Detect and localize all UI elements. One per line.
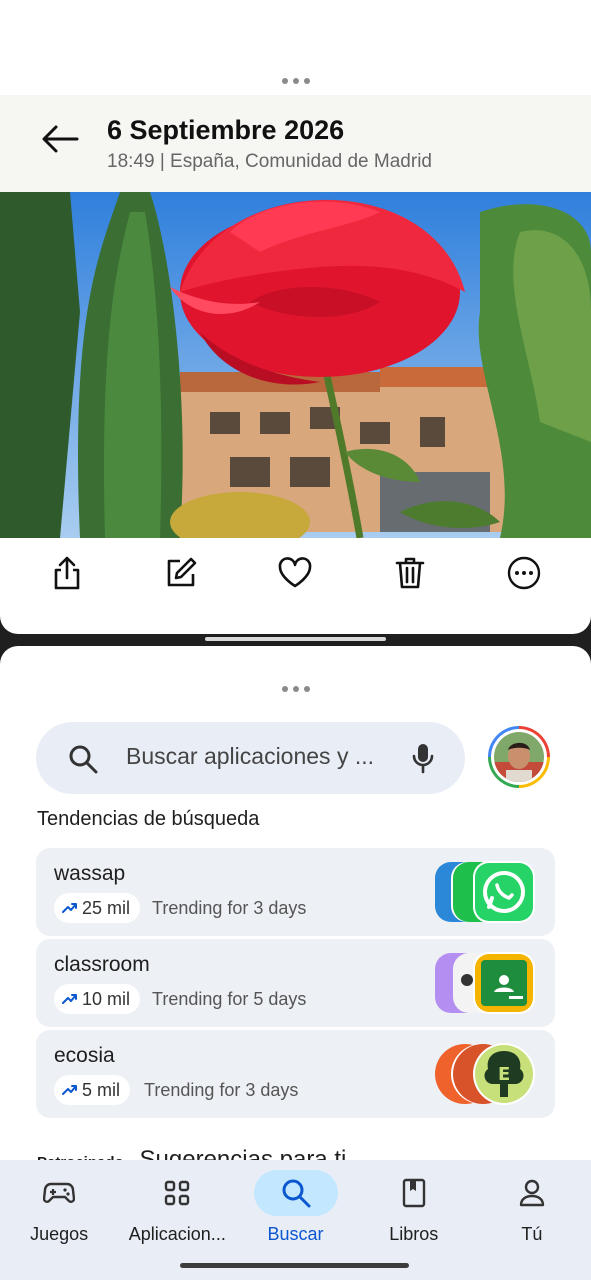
trend-term: wassap — [54, 862, 126, 885]
nav-label: Tú — [521, 1224, 543, 1244]
trending-section-title: Tendencias de búsqueda — [37, 808, 260, 830]
trend-term: classroom — [54, 953, 150, 976]
home-gesture-bar[interactable] — [180, 1263, 409, 1268]
trend-duration: Trending for 3 days — [144, 1080, 299, 1100]
microphone-icon[interactable] — [411, 742, 435, 774]
nav-apps[interactable]: Aplicacion... — [118, 1160, 236, 1280]
nav-you[interactable]: Tú — [473, 1160, 591, 1280]
photo-date: 6 Septiembre 2026 — [107, 115, 345, 145]
trend-app-icons: E — [433, 1043, 537, 1105]
svg-text:E: E — [498, 1064, 510, 1085]
book-icon — [402, 1178, 425, 1208]
nav-games[interactable]: Juegos — [0, 1160, 118, 1280]
person-icon — [519, 1179, 545, 1207]
search-input[interactable]: Buscar aplicaciones y ... — [126, 743, 374, 770]
trash-icon — [395, 557, 424, 589]
play-store-window: Buscar aplicaciones y ... Tendencias de … — [0, 646, 591, 1280]
trend-duration: Trending for 3 days — [152, 898, 307, 918]
nav-label: Juegos — [30, 1224, 89, 1244]
trend-card-classroom[interactable]: classroom 10 mil Trending for 5 days — [36, 939, 555, 1027]
photo-image[interactable] — [0, 192, 591, 538]
trend-count: 25 mil — [82, 897, 131, 918]
nav-label: Buscar — [267, 1224, 324, 1244]
trend-card-ecosia[interactable]: ecosia 5 mil Trending for 3 days E — [36, 1030, 555, 1118]
trend-term: ecosia — [54, 1044, 115, 1067]
account-avatar[interactable] — [488, 726, 550, 788]
share-icon — [54, 556, 80, 590]
search-icon — [282, 1179, 310, 1208]
search-bar[interactable]: Buscar aplicaciones y ... — [36, 722, 465, 794]
heart-icon — [279, 557, 312, 588]
trend-duration: Trending for 5 days — [152, 989, 307, 1009]
trend-app-icons — [433, 861, 537, 923]
trend-app-icons — [433, 952, 537, 1014]
gamepad-icon — [43, 1182, 76, 1203]
search-icon — [69, 745, 98, 774]
bottom-navigation: Juegos Aplicacion... Buscar Libros Tú — [0, 1160, 591, 1280]
window-handle-dots[interactable] — [281, 686, 310, 692]
favorite-button[interactable] — [271, 549, 319, 597]
nav-label: Aplicacion... — [128, 1224, 226, 1244]
nav-books[interactable]: Libros — [355, 1160, 473, 1280]
trend-count: 10 mil — [82, 988, 131, 1009]
split-screen-divider[interactable] — [205, 637, 386, 641]
trend-count-badge: 5 mil — [54, 1075, 131, 1105]
apps-grid-icon — [165, 1180, 190, 1206]
edit-button[interactable] — [157, 549, 205, 597]
share-button[interactable] — [43, 549, 91, 597]
trend-count-badge: 25 mil — [54, 893, 141, 923]
photo-viewer-window: 6 Septiembre 2026 18:49 | España, Comuni… — [0, 0, 591, 634]
trend-count-badge: 10 mil — [54, 984, 141, 1014]
window-handle-dots[interactable] — [281, 78, 310, 84]
back-button[interactable] — [38, 117, 82, 161]
trending-up-icon — [62, 1085, 77, 1095]
trending-up-icon — [62, 994, 77, 1004]
trend-count: 5 mil — [82, 1079, 121, 1100]
more-icon — [507, 556, 541, 590]
more-button[interactable] — [500, 549, 548, 597]
back-arrow-icon — [42, 125, 79, 153]
trending-up-icon — [62, 903, 77, 913]
photo-action-bar — [0, 538, 591, 608]
trend-card-wassap[interactable]: wassap 25 mil Trending for 3 days — [36, 848, 555, 936]
nav-label: Libros — [389, 1224, 439, 1244]
photo-location-time: 18:49 | España, Comunidad de Madrid — [107, 151, 432, 172]
nav-search[interactable]: Buscar — [236, 1160, 354, 1280]
photo-header: 6 Septiembre 2026 18:49 | España, Comuni… — [0, 95, 591, 192]
edit-icon — [167, 557, 197, 587]
delete-button[interactable] — [386, 549, 434, 597]
